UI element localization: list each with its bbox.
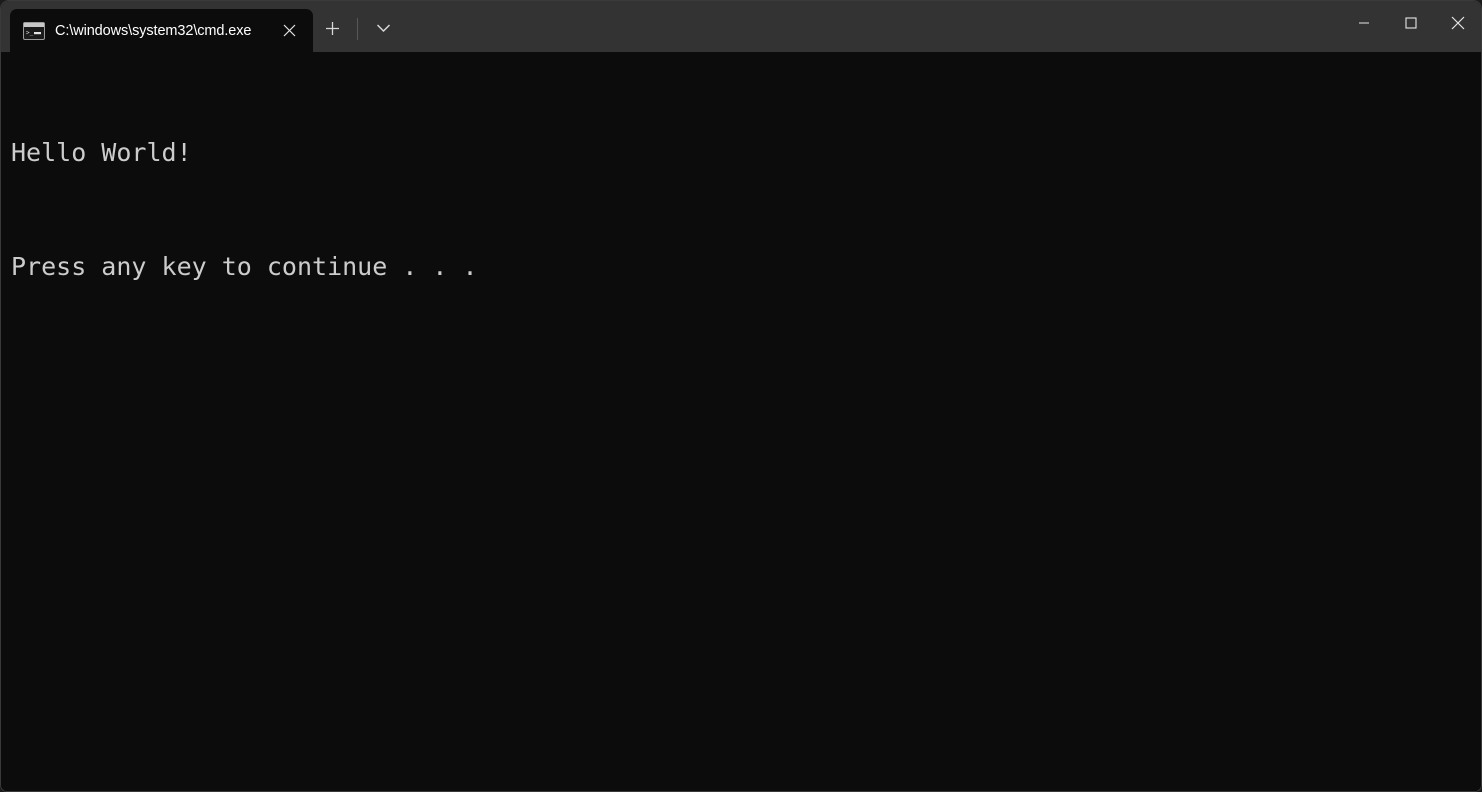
minimize-icon — [1358, 22, 1369, 24]
tab-title: C:\windows\system32\cmd.exe — [55, 22, 252, 39]
tab-bar-actions — [313, 9, 402, 52]
tab-dropdown-button[interactable] — [364, 12, 402, 46]
title-bar[interactable]: >_ C:\windows\system32\cmd.exe — [1, 1, 1481, 52]
tab-strip: >_ C:\windows\system32\cmd.exe — [1, 1, 402, 52]
console-output: Hello World! Press any key to continue .… — [1, 52, 1481, 362]
close-icon — [1451, 16, 1464, 30]
maximize-icon — [1404, 17, 1417, 29]
caption-buttons — [1340, 1, 1481, 45]
terminal-pane[interactable]: Hello World! Press any key to continue .… — [1, 52, 1481, 791]
tab-close-icon[interactable] — [273, 16, 305, 46]
console-line: Hello World! — [11, 138, 192, 167]
plus-icon — [325, 22, 339, 35]
new-tab-button[interactable] — [313, 12, 351, 46]
maximize-button[interactable] — [1387, 1, 1434, 45]
tab-cmd[interactable]: >_ C:\windows\system32\cmd.exe — [10, 9, 313, 52]
minimize-button[interactable] — [1340, 1, 1387, 45]
cmd-console-icon: >_ — [23, 21, 45, 40]
terminal-window: >_ C:\windows\system32\cmd.exe Hello Wor… — [0, 0, 1482, 792]
chevron-down-icon — [376, 24, 390, 33]
close-button[interactable] — [1434, 1, 1481, 45]
tab-bar-divider — [357, 17, 358, 40]
svg-text:>_: >_ — [26, 29, 34, 36]
console-line: Press any key to continue . . . — [11, 252, 478, 281]
